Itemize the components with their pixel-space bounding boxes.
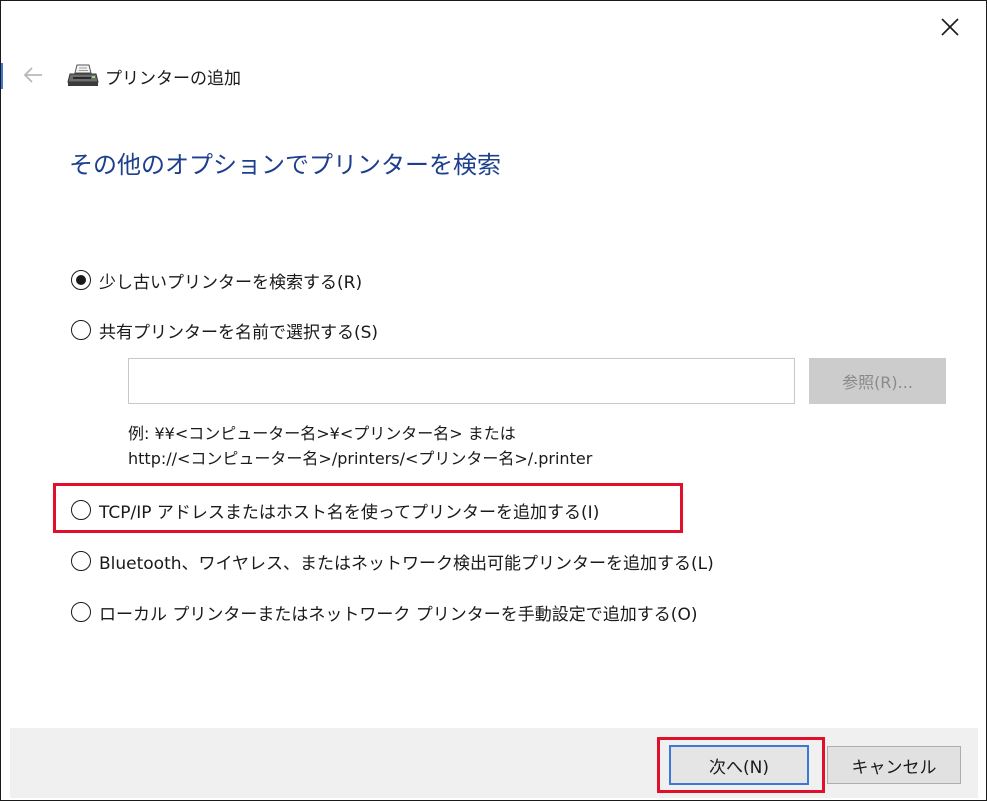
window-edge-accent [1, 63, 3, 89]
back-arrow-icon [23, 67, 42, 83]
shared-printer-name-input[interactable] [128, 358, 795, 404]
window-title: プリンターの追加 [105, 69, 241, 89]
option-local-printer[interactable]: ローカル プリンターまたはネットワーク プリンターを手動設定で追加する(O) [71, 599, 697, 625]
radio-button-checked[interactable] [71, 270, 91, 290]
browse-button[interactable]: 参照(R)... [809, 358, 946, 404]
close-icon [941, 18, 959, 36]
cancel-button[interactable]: キャンセル [827, 746, 961, 784]
option-label: Bluetooth、ワイヤレス、またはネットワーク検出可能プリンターを追加する(… [99, 553, 714, 574]
page-heading: その他のオプションでプリンターを検索 [69, 151, 501, 179]
add-printer-dialog: プリンターの追加 その他のオプションでプリンターを検索 少し古いプリンターを検索… [0, 0, 987, 801]
radio-button[interactable] [71, 602, 91, 622]
option-legacy-printer[interactable]: 少し古いプリンターを検索する(R) [71, 267, 362, 293]
back-button[interactable] [19, 62, 47, 88]
option-label: TCP/IP アドレスまたはホスト名を使ってプリンターを追加する(I) [99, 502, 600, 523]
radio-button[interactable] [71, 500, 91, 520]
next-button[interactable]: 次へ(N) [669, 745, 809, 785]
printer-icon [67, 64, 99, 86]
option-shared-printer[interactable]: 共有プリンターを名前で選択する(S) [71, 317, 378, 343]
example-text: 例: ¥¥<コンピューター名>¥<プリンター名> または http://<コンピ… [128, 421, 592, 471]
close-button[interactable] [923, 5, 977, 49]
example-line-2: http://<コンピューター名>/printers/<プリンター名>/.pri… [128, 449, 593, 468]
option-label: 少し古いプリンターを検索する(R) [99, 272, 363, 293]
radio-button[interactable] [71, 320, 91, 340]
option-label: 共有プリンターを名前で選択する(S) [99, 322, 379, 343]
option-label: ローカル プリンターまたはネットワーク プリンターを手動設定で追加する(O) [99, 604, 698, 625]
option-bluetooth-printer[interactable]: Bluetooth、ワイヤレス、またはネットワーク検出可能プリンターを追加する(… [71, 548, 714, 574]
radio-button[interactable] [71, 551, 91, 571]
example-line-1: 例: ¥¥<コンピューター名>¥<プリンター名> または [128, 424, 516, 443]
option-tcpip-printer[interactable]: TCP/IP アドレスまたはホスト名を使ってプリンターを追加する(I) [71, 497, 599, 523]
